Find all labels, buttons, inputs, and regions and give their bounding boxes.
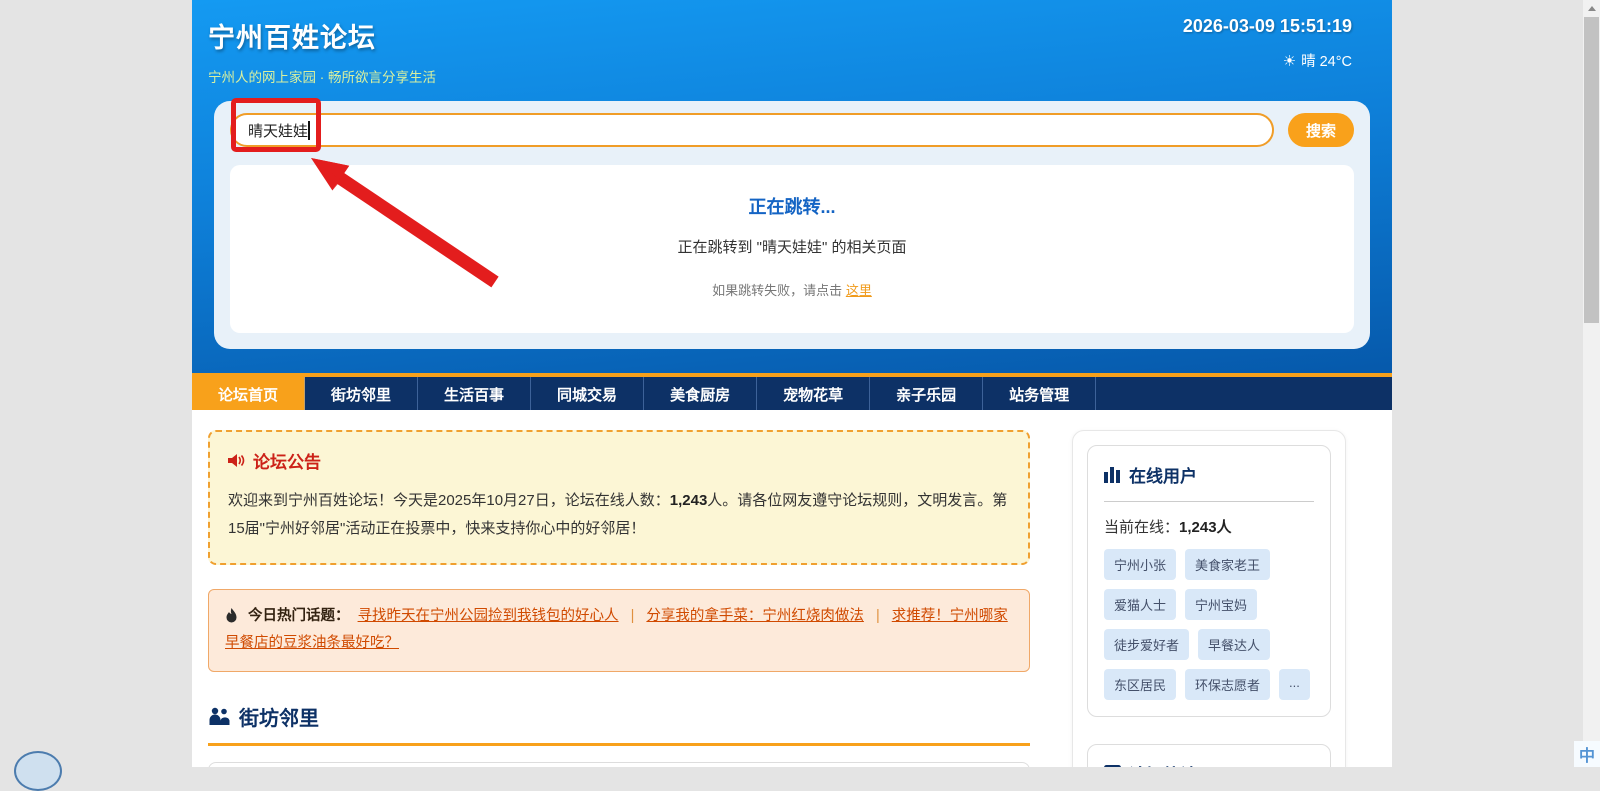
- online-users-box: 在线用户 当前在线：1,243人 宁州小张 美食家老王 爱猫人士 宁州宝妈 徒步…: [1087, 445, 1331, 717]
- forum-stats-box: 论坛统计 156 今日发帖 203 昨日发帖: [1087, 744, 1331, 767]
- forum-announcement: 论坛公告 欢迎来到宁州百姓论坛！今天是2025年10月27日，论坛在线人数：1,…: [208, 430, 1030, 565]
- post-list-item[interactable]: 寻找昨天在宁州公园捡到我钱包的好心人 宁州小张 2025-10-27 14:45…: [208, 762, 1030, 767]
- forum-page: 宁州百姓论坛 宁州人的网上家园 · 畅所欲言分享生活 2026-03-09 15…: [192, 0, 1392, 767]
- online-user-tags: 宁州小张 美食家老王 爱猫人士 宁州宝妈 徒步爱好者 早餐达人 东区居民 环保志…: [1104, 549, 1314, 700]
- search-input-wrap: [230, 113, 1274, 147]
- hot-topic-link-2[interactable]: 分享我的拿手菜：宁州红烧肉做法: [646, 608, 864, 624]
- main-column: 论坛公告 欢迎来到宁州百姓论坛！今天是2025年10月27日，论坛在线人数：1,…: [208, 430, 1030, 767]
- text-cursor: [308, 121, 310, 140]
- sidebar: 在线用户 当前在线：1,243人 宁州小张 美食家老王 爱猫人士 宁州宝妈 徒步…: [1072, 430, 1346, 767]
- redirect-panel: 正在跳转... 正在跳转到 "晴天娃娃" 的相关页面 如果跳转失败，请点击 这里: [230, 165, 1354, 333]
- speaker-icon: [228, 453, 245, 468]
- divider: [1104, 501, 1314, 502]
- forum-stats-heading: 论坛统计: [1129, 761, 1197, 767]
- user-tag-more[interactable]: ...: [1279, 669, 1310, 700]
- user-tag[interactable]: 美食家老王: [1185, 549, 1270, 580]
- scrollbar-up-arrow-icon[interactable]: [1583, 0, 1600, 17]
- announcement-text-before: 欢迎来到宁州百姓论坛！今天是2025年10月27日，论坛在线人数：: [228, 492, 670, 509]
- user-tag[interactable]: 徒步爱好者: [1104, 629, 1189, 660]
- redirect-fallback: 如果跳转失败，请点击 这里: [250, 280, 1334, 299]
- site-header: 宁州百姓论坛 宁州人的网上家园 · 畅所欲言分享生活 2026-03-09 15…: [192, 0, 1392, 373]
- nav-tab-parenting[interactable]: 亲子乐园: [870, 377, 983, 410]
- header-info: 2026-03-09 15:51:19 ☀ 晴 24°C: [1183, 16, 1352, 71]
- hot-topic-link-1[interactable]: 寻找昨天在宁州公园捡到我钱包的好心人: [358, 608, 619, 624]
- user-tag[interactable]: 东区居民: [1104, 669, 1176, 700]
- hot-topic-separator: |: [876, 608, 880, 624]
- sun-icon: ☀: [1283, 53, 1296, 70]
- weather-text: 晴 24°C: [1301, 54, 1352, 70]
- search-button[interactable]: 搜索: [1288, 113, 1354, 147]
- nav-tab-food-kitchen[interactable]: 美食厨房: [644, 377, 757, 410]
- online-count-value: 1,243人: [1179, 519, 1232, 536]
- vertical-scrollbar[interactable]: [1583, 0, 1600, 767]
- nav-tab-local-trade[interactable]: 同城交易: [531, 377, 644, 410]
- ime-indicator-label: 中: [1579, 742, 1595, 766]
- user-tag[interactable]: 宁州小张: [1104, 549, 1176, 580]
- user-tag[interactable]: 宁州宝妈: [1185, 589, 1257, 620]
- main-nav: 论坛首页 街坊邻里 生活百事 同城交易 美食厨房 宠物花草 亲子乐园 站务管理: [192, 373, 1392, 410]
- nav-tab-daily-life[interactable]: 生活百事: [418, 377, 531, 410]
- online-count-line: 当前在线：1,243人: [1104, 516, 1314, 537]
- announcement-online-count: 1,243: [670, 492, 708, 509]
- floating-widget-partial[interactable]: [14, 751, 62, 791]
- section-title: 街坊邻里: [239, 702, 319, 731]
- weather-display: ☀ 晴 24°C: [1183, 50, 1352, 71]
- people-icon: [208, 707, 230, 725]
- user-tag[interactable]: 早餐达人: [1198, 629, 1270, 660]
- online-count-label: 当前在线：: [1104, 519, 1179, 536]
- flame-icon: [225, 608, 238, 624]
- redirect-message: 正在跳转到 "晴天娃娃" 的相关页面: [250, 236, 1334, 257]
- online-users-heading: 在线用户: [1129, 462, 1197, 487]
- hot-topics-label: 今日热门话题：: [248, 608, 350, 624]
- user-tag[interactable]: 环保志愿者: [1185, 669, 1270, 700]
- bar-chart-icon: [1104, 467, 1121, 483]
- content-area: 论坛公告 欢迎来到宁州百姓论坛！今天是2025年10月27日，论坛在线人数：1,…: [192, 410, 1392, 767]
- sidebar-card: 在线用户 当前在线：1,243人 宁州小张 美食家老王 爱猫人士 宁州宝妈 徒步…: [1072, 430, 1346, 767]
- redirect-fallback-text: 如果跳转失败，请点击: [712, 283, 842, 298]
- announcement-text: 欢迎来到宁州百姓论坛！今天是2025年10月27日，论坛在线人数：1,243人。…: [228, 487, 1010, 543]
- nav-tab-forum-home[interactable]: 论坛首页: [192, 377, 305, 410]
- hot-topic-separator: |: [631, 608, 635, 624]
- redirect-title: 正在跳转...: [250, 193, 1334, 219]
- ime-indicator[interactable]: 中: [1574, 741, 1600, 767]
- user-tag[interactable]: 爱猫人士: [1104, 589, 1176, 620]
- neighborhood-section-heading: 街坊邻里: [208, 702, 1030, 746]
- redirect-fallback-link[interactable]: 这里: [846, 283, 872, 298]
- datetime-display: 2026-03-09 15:51:19: [1183, 16, 1352, 37]
- search-input[interactable]: [230, 113, 1274, 147]
- nav-tab-site-admin[interactable]: 站务管理: [983, 377, 1096, 410]
- scrollbar-thumb[interactable]: [1584, 17, 1599, 323]
- nav-tab-neighborhood[interactable]: 街坊邻里: [305, 377, 418, 410]
- search-panel: 搜索 正在跳转... 正在跳转到 "晴天娃娃" 的相关页面 如果跳转失败，请点击…: [214, 101, 1370, 349]
- nav-tab-pets-plants[interactable]: 宠物花草: [757, 377, 870, 410]
- hot-topics-bar: 今日热门话题： 寻找昨天在宁州公园捡到我钱包的好心人 | 分享我的拿手菜：宁州红…: [208, 589, 1030, 672]
- announcement-title: 论坛公告: [253, 448, 321, 473]
